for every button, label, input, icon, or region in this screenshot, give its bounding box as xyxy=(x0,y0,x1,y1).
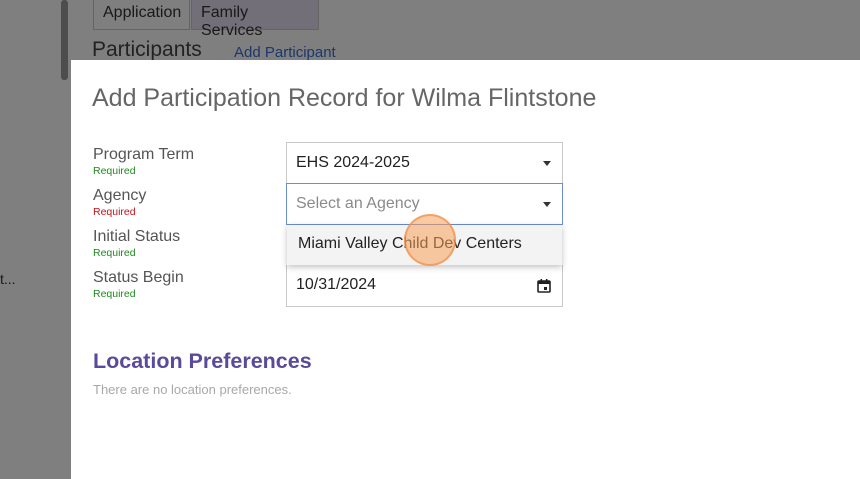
status-begin-value: 10/31/2024 xyxy=(296,276,377,293)
location-preferences-heading: Location Preferences xyxy=(93,349,312,373)
location-preferences-empty-text: There are no location preferences. xyxy=(93,382,292,397)
agency-label: Agency xyxy=(93,187,147,204)
caret-down-icon xyxy=(543,161,551,166)
program-term-select[interactable]: EHS 2024-2025 xyxy=(286,142,563,184)
participation-record-modal: Add Participation Record for Wilma Flint… xyxy=(71,60,860,479)
agency-required: Required xyxy=(93,206,136,218)
initial-status-label: Initial Status xyxy=(93,228,181,245)
status-begin-required: Required xyxy=(93,288,136,300)
program-term-label: Program Term xyxy=(93,146,195,163)
calendar-icon[interactable] xyxy=(537,279,551,293)
status-begin-date-input[interactable]: 10/31/2024 xyxy=(286,265,563,307)
initial-status-required: Required xyxy=(93,247,136,259)
program-term-required: Required xyxy=(93,165,136,177)
program-term-value: EHS 2024-2025 xyxy=(296,154,410,171)
click-indicator xyxy=(404,214,456,266)
caret-down-icon xyxy=(543,202,551,207)
modal-title: Add Participation Record for Wilma Flint… xyxy=(92,84,597,112)
agency-placeholder: Select an Agency xyxy=(296,195,420,212)
status-begin-label: Status Begin xyxy=(93,269,184,286)
